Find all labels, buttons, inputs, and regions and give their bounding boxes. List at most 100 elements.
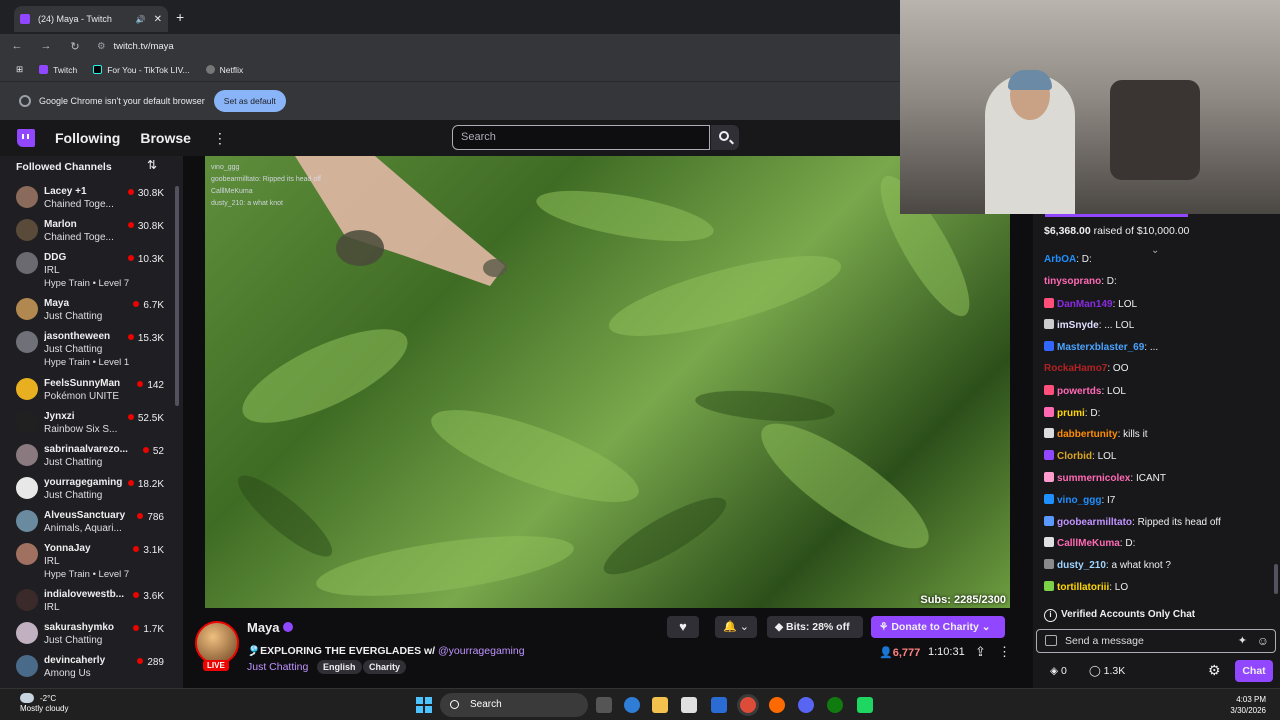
chat-panel: $6,368.00 raised of $10,000.00 ⌄ ArbOA: … (1033, 214, 1280, 688)
chat-username[interactable]: dusty_210 (1057, 560, 1106, 571)
twitch-logo-icon[interactable] (17, 129, 35, 147)
chat-badge-icon[interactable] (1044, 515, 1054, 526)
tag-english[interactable]: English (317, 660, 362, 674)
nav-following[interactable]: Following (55, 130, 120, 146)
chat-badge-icon[interactable] (1045, 635, 1057, 646)
chat-badge-icon[interactable] (1044, 319, 1054, 330)
chat-badge-icon[interactable] (1044, 450, 1054, 461)
new-tab-button[interactable]: + (176, 9, 184, 25)
chat-username[interactable]: ArbOA (1044, 254, 1076, 265)
gear-icon[interactable]: ⚙ (1208, 662, 1221, 679)
store-icon[interactable] (681, 697, 697, 713)
charity-goal: raised of $10,000.00 (1093, 225, 1190, 237)
video-frame (237, 156, 970, 596)
bookmark-twitch[interactable]: Twitch (39, 65, 77, 75)
charity-progress[interactable]: $6,368.00 raised of $10,000.00 (1033, 214, 1280, 246)
chat-badge-icon[interactable] (1044, 428, 1054, 439)
site-info-icon[interactable]: ⚙ (97, 41, 106, 52)
more-menu-icon[interactable]: ⋮ (213, 130, 227, 147)
sort-icon[interactable]: ⇅ (147, 158, 157, 172)
url-field[interactable]: ⚙ twitch.tv/maya (97, 41, 174, 52)
chat-username[interactable]: DanMan149 (1057, 299, 1113, 310)
chat-username[interactable]: RockaHamo7 (1044, 363, 1107, 374)
forward-arrow-icon[interactable]: → (34, 40, 58, 52)
back-arrow-icon[interactable]: ← (5, 40, 29, 52)
chat-username[interactable]: tinysoprano (1044, 276, 1101, 287)
emote-picker-icon[interactable]: ☺ (1257, 634, 1269, 648)
search-input[interactable]: Search (452, 125, 710, 150)
chat-username[interactable]: imSnyde (1057, 320, 1099, 331)
edge-icon[interactable] (624, 697, 640, 713)
chat-username[interactable]: tortillatoriii (1057, 582, 1109, 593)
chat-badge-icon[interactable] (1044, 297, 1054, 308)
tag-charity[interactable]: Charity (363, 660, 407, 674)
chat-username[interactable]: vino_ggg (1057, 495, 1101, 506)
more-options-icon[interactable]: ⋮ (998, 644, 1011, 660)
green-app-icon[interactable] (857, 697, 873, 713)
channel-points-balance[interactable]: ◯ 1.3K (1089, 665, 1125, 677)
chat-username[interactable]: powertds (1057, 386, 1101, 397)
browser-tab[interactable]: (24) Maya - Twitch 🔊 ✕ (14, 6, 168, 32)
chevron-down-icon[interactable]: ⌄ (1151, 245, 1159, 256)
chat-text: LOL (1107, 385, 1126, 397)
stream-title-mention[interactable]: @yourragegaming (438, 645, 525, 657)
set-as-default-button[interactable]: Set as default (213, 90, 286, 112)
close-tab-icon[interactable]: ✕ (154, 14, 162, 25)
taskbar-search[interactable]: Search (440, 693, 588, 717)
chat-send-button[interactable]: Chat (1235, 660, 1273, 682)
streamer-name[interactable]: Maya (247, 620, 280, 635)
donate-to-charity-button[interactable]: ⚘ Donate to Charity ⌄ (871, 616, 1005, 638)
chat-message: ArbOA: D: (1044, 254, 1092, 265)
chat-message: DanMan149: LOL (1044, 297, 1137, 310)
channel-points[interactable]: ◈ 0 (1050, 665, 1067, 677)
notifications-bell-button[interactable]: 🔔 ⌄ (715, 616, 757, 638)
chat-badge-icon[interactable] (1044, 559, 1054, 570)
video-player[interactable]: vino_ggg goobearmilltato: Ripped its hea… (205, 156, 1010, 608)
share-icon[interactable]: ⇪ (975, 644, 986, 660)
nav-browse[interactable]: Browse (140, 130, 191, 146)
chat-input[interactable]: Send a message ✦ ☺ (1036, 629, 1276, 653)
weather-widget[interactable]: -2°C Mostly cloudy (20, 693, 68, 714)
xbox-icon[interactable] (827, 697, 843, 713)
discord-icon[interactable] (798, 697, 814, 713)
chat-badge-icon[interactable] (1044, 406, 1054, 417)
chat-username[interactable]: dabbertunity (1057, 429, 1118, 440)
speaker-icon[interactable]: 🔊 (136, 15, 146, 24)
windows-start-icon[interactable] (416, 697, 432, 713)
sparkle-icon[interactable]: ✦ (1238, 634, 1247, 647)
bookmark-tiktok[interactable]: For You - TikTok LIV... (93, 65, 190, 75)
chat-username[interactable]: CalllMeKuma (1057, 538, 1120, 549)
follow-heart-button[interactable]: ♥ (667, 616, 699, 638)
mail-icon[interactable] (711, 697, 727, 713)
apps-grid-icon[interactable]: ⊞ (16, 64, 23, 75)
chat-badge-icon[interactable] (1044, 537, 1054, 548)
chat-badge-icon[interactable] (1044, 384, 1054, 395)
channel-avatar (16, 510, 38, 532)
chat-badge-icon[interactable] (1044, 472, 1054, 482)
chrome-icon[interactable] (740, 697, 756, 713)
bits-button[interactable]: ◆ Bits: 28% off (767, 616, 863, 638)
file-explorer-icon[interactable] (652, 697, 668, 713)
chat-scrollbar[interactable] (1274, 564, 1278, 594)
chat-username[interactable]: prumi (1057, 408, 1085, 419)
chat-username[interactable]: Clorbid (1057, 451, 1092, 462)
bookmark-netflix[interactable]: Netflix (205, 65, 243, 75)
chat-message: RockaHamo7: OO (1044, 363, 1128, 374)
task-view-icon[interactable] (596, 697, 612, 713)
chat-badge-icon[interactable] (1044, 493, 1054, 504)
chat-badge-icon[interactable] (1044, 581, 1054, 591)
chat-username[interactable]: goobearmilltato (1057, 517, 1132, 528)
chat-message: dusty_210: a what knot ? (1044, 559, 1171, 571)
firefox-icon[interactable] (769, 697, 785, 713)
chat-badge-icon[interactable] (1044, 341, 1054, 352)
chat-username[interactable]: summernicolex (1057, 473, 1130, 484)
stream-category[interactable]: Just Chatting (247, 661, 308, 673)
sidebar-scrollbar[interactable] (175, 186, 179, 406)
streamer-avatar[interactable] (195, 621, 239, 665)
system-clock[interactable]: 4:03 PM 3/30/2026 (1230, 694, 1266, 716)
address-bar: ← → ↻ ⚙ twitch.tv/maya (0, 34, 900, 58)
reload-icon[interactable]: ↻ (63, 40, 87, 53)
search-button[interactable] (711, 125, 739, 150)
channel-viewer-count: 6.7K (133, 300, 164, 311)
chat-username[interactable]: Masterxblaster_69 (1057, 342, 1144, 353)
